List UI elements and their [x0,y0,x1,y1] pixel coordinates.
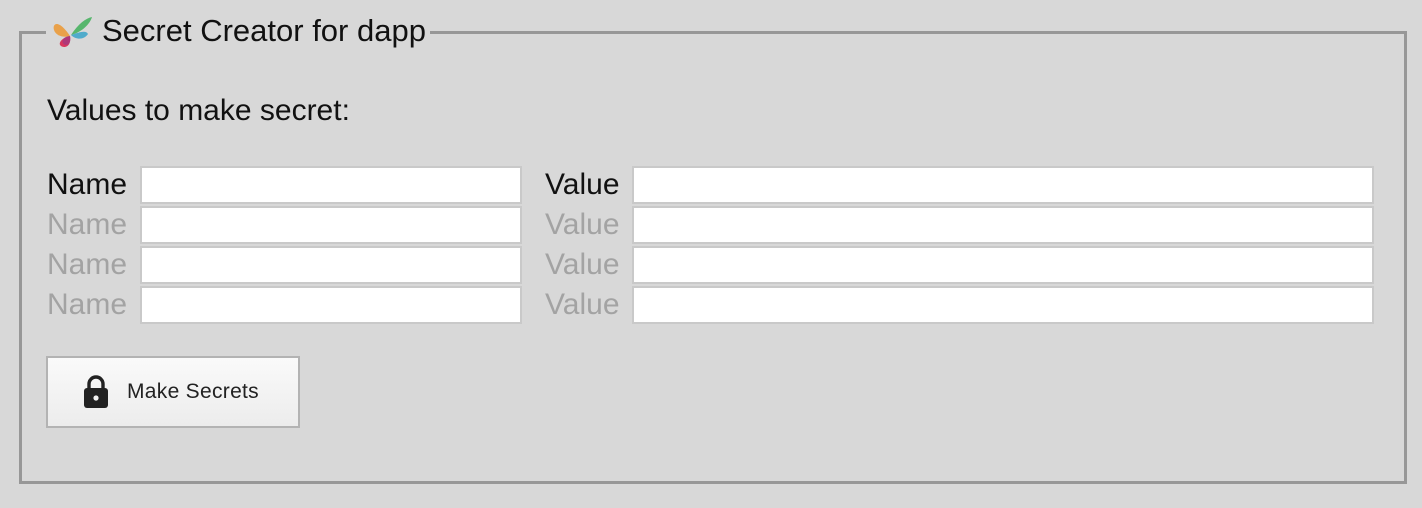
make-secrets-button[interactable]: Make Secrets [46,356,300,428]
value-input[interactable] [632,246,1374,284]
name-label: Name [47,168,128,201]
panel-title: Secret Creator for dapp [102,13,426,48]
value-input[interactable] [632,166,1374,204]
value-label: Value [545,288,620,321]
intro-text: Values to make secret: [47,94,350,127]
value-label: Value [545,248,620,281]
make-secrets-label: Make Secrets [127,380,259,403]
lock-icon [83,375,109,409]
secret-row: Name Value [47,166,1377,204]
value-label: Value [545,208,620,241]
name-label: Name [47,288,128,321]
name-input[interactable] [140,206,522,244]
name-label: Name [47,248,128,281]
name-label: Name [47,208,128,241]
secret-row: Name Value [47,246,1377,284]
name-input[interactable] [140,286,522,324]
butterfly-logo-icon [50,14,94,48]
secret-row: Name Value [47,286,1377,324]
secret-row: Name Value [47,206,1377,244]
value-label: Value [545,168,620,201]
name-input[interactable] [140,166,522,204]
fieldset-legend: Secret Creator for dapp [46,12,430,50]
name-input[interactable] [140,246,522,284]
value-input[interactable] [632,286,1374,324]
value-input[interactable] [632,206,1374,244]
